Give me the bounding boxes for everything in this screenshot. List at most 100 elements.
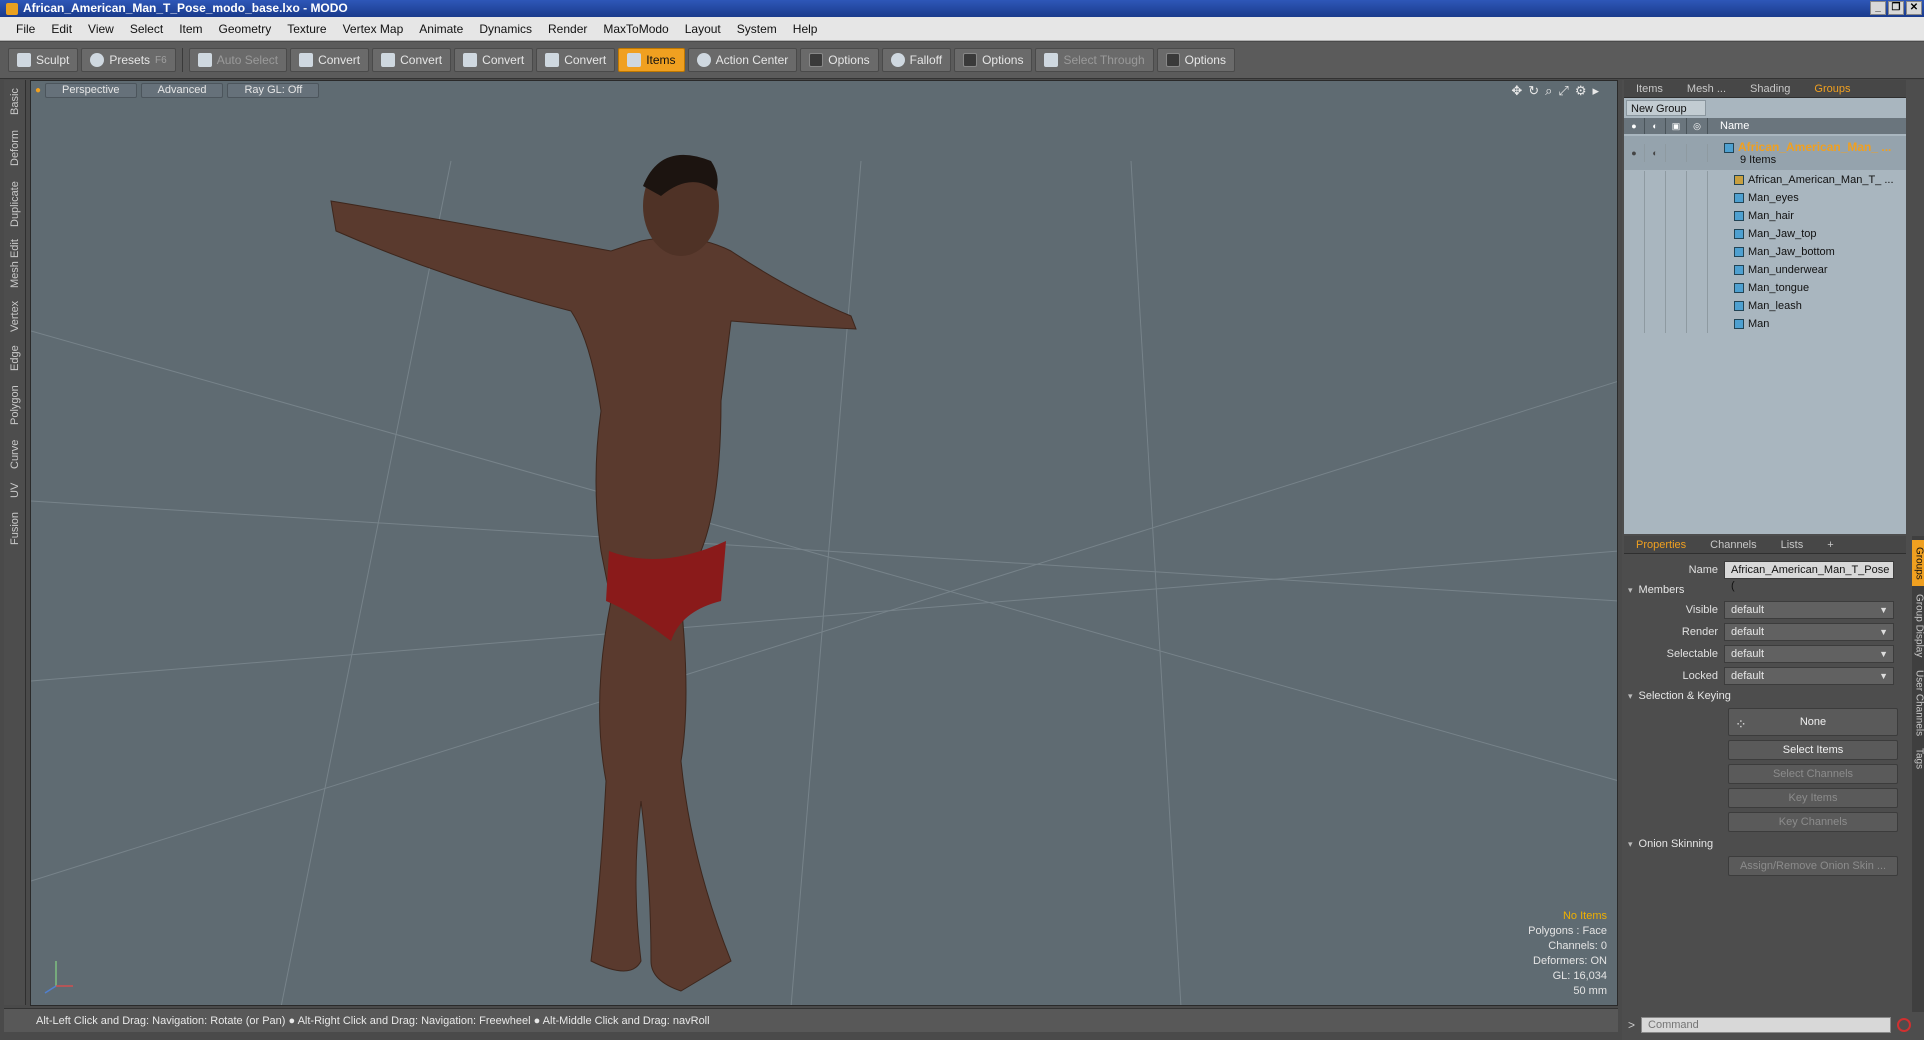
key-items-button[interactable]: Key Items xyxy=(1728,788,1898,808)
key-channels-button[interactable]: Key Channels xyxy=(1728,812,1898,832)
convert-polygons-button[interactable]: Convert xyxy=(454,48,534,72)
rotate-icon[interactable]: ↻ xyxy=(1528,83,1539,99)
menu-file[interactable]: File xyxy=(8,22,43,36)
lock-col-icon[interactable]: ▣ xyxy=(1666,118,1687,134)
tab-fusion[interactable]: Fusion xyxy=(4,506,26,550)
action-center-options-button[interactable]: Options xyxy=(800,48,879,72)
select-channels-button[interactable]: Select Channels xyxy=(1728,764,1898,784)
close-button[interactable]: ✕ xyxy=(1906,1,1922,15)
menu-help[interactable]: Help xyxy=(785,22,826,36)
visible-dropdown[interactable]: default ▼ xyxy=(1724,601,1894,619)
tab-items[interactable]: Items xyxy=(1624,80,1675,98)
tab-lists[interactable]: Lists xyxy=(1769,536,1816,554)
list-item[interactable]: Man_Jaw_bottom xyxy=(1624,243,1906,261)
menu-animate[interactable]: Animate xyxy=(411,22,471,36)
list-item[interactable]: Man_hair xyxy=(1624,207,1906,225)
sculpt-button[interactable]: Sculpt xyxy=(8,48,79,72)
select-items-button[interactable]: Select Items xyxy=(1728,740,1898,760)
tab-deform[interactable]: Deform xyxy=(4,124,26,172)
tab-shading[interactable]: Shading xyxy=(1738,80,1802,98)
menu-view[interactable]: View xyxy=(80,22,122,36)
pan-icon[interactable]: ✥ xyxy=(1511,83,1522,99)
list-item[interactable]: Man_underwear xyxy=(1624,261,1906,279)
select-icon[interactable] xyxy=(1687,144,1708,162)
convert-edges-button[interactable]: Convert xyxy=(372,48,452,72)
selectable-dropdown[interactable]: default ▼ xyxy=(1724,645,1894,663)
list-item[interactable]: African_American_Man_T_ ... xyxy=(1624,171,1906,189)
record-icon[interactable] xyxy=(1897,1018,1912,1032)
select-through-button[interactable]: Select Through xyxy=(1035,48,1154,72)
falloff-options-button[interactable]: Options xyxy=(954,48,1033,72)
menu-texture[interactable]: Texture xyxy=(279,22,334,36)
shading-mode-button[interactable]: Advanced xyxy=(140,82,224,98)
command-input[interactable] xyxy=(1641,1017,1892,1033)
list-item[interactable]: Man_leash xyxy=(1624,297,1906,315)
select-through-options-button[interactable]: Options xyxy=(1156,48,1235,72)
select-col-icon[interactable]: ◎ xyxy=(1687,118,1708,134)
eye-icon[interactable]: ● xyxy=(1624,144,1645,162)
lock-icon[interactable] xyxy=(1666,144,1687,162)
tab-duplicate[interactable]: Duplicate xyxy=(4,176,26,232)
tab-groups[interactable]: Groups xyxy=(1802,80,1862,98)
raygl-toggle[interactable]: Ray GL: Off xyxy=(227,82,320,98)
action-center-button[interactable]: Action Center xyxy=(687,48,798,72)
members-section[interactable]: Members xyxy=(1628,584,1685,596)
group-row[interactable]: ● ◐ African_American_Man_ ... 9 Items xyxy=(1624,136,1906,170)
side-tab-tags[interactable]: Tags xyxy=(1912,744,1924,774)
minimize-button[interactable]: _ xyxy=(1870,1,1886,15)
3d-viewport[interactable]: ● Perspective Advanced Ray GL: Off ✥ ↻ ⌕… xyxy=(30,80,1618,1006)
render-dropdown[interactable]: default ▼ xyxy=(1724,623,1894,641)
none-selector[interactable]: ⁘ None xyxy=(1728,708,1898,736)
items-mode-button[interactable]: Items xyxy=(618,48,685,72)
menu-layout[interactable]: Layout xyxy=(677,22,729,36)
menu-maxtomodo[interactable]: MaxToModo xyxy=(595,22,676,36)
list-item[interactable]: Man xyxy=(1624,315,1906,333)
onion-skinning-section[interactable]: Onion Skinning xyxy=(1628,838,1714,850)
presets-button[interactable]: Presets F6 xyxy=(81,48,176,72)
menu-item[interactable]: Item xyxy=(171,22,210,36)
maximize-button[interactable]: ❐ xyxy=(1888,1,1904,15)
menu-render[interactable]: Render xyxy=(540,22,595,36)
viewport-menu-icon[interactable]: ● xyxy=(35,85,41,96)
expand-arrow-icon[interactable]: ▸ xyxy=(1592,83,1599,99)
gear-icon[interactable]: ⚙ xyxy=(1575,83,1587,99)
list-item[interactable]: Man_Jaw_top xyxy=(1624,225,1906,243)
name-field[interactable]: African_American_Man_T_Pose ( xyxy=(1724,561,1894,592)
selection-keying-section[interactable]: Selection & Keying xyxy=(1628,690,1731,702)
locked-dropdown[interactable]: default ▼ xyxy=(1724,667,1894,685)
menu-dynamics[interactable]: Dynamics xyxy=(471,22,540,36)
auto-select-button[interactable]: Auto Select xyxy=(188,48,288,72)
character-model[interactable] xyxy=(330,154,857,992)
tab-polygon[interactable]: Polygon xyxy=(4,380,26,430)
visibility-col-icon[interactable]: ● xyxy=(1624,118,1645,134)
menu-vertex-map[interactable]: Vertex Map xyxy=(335,22,412,36)
side-tab-groups[interactable]: Groups xyxy=(1912,540,1924,586)
falloff-button[interactable]: Falloff xyxy=(881,48,952,72)
tab-curve[interactable]: Curve xyxy=(4,434,26,474)
menu-select[interactable]: Select xyxy=(122,22,171,36)
view-mode-button[interactable]: Perspective xyxy=(45,82,137,98)
render-icon[interactable]: ◐ xyxy=(1645,144,1666,162)
menu-system[interactable]: System xyxy=(729,22,785,36)
add-tab-button[interactable]: + xyxy=(1815,536,1845,554)
fit-icon[interactable]: ⤢ xyxy=(1558,83,1568,99)
tab-properties[interactable]: Properties xyxy=(1624,536,1698,554)
render-col-icon[interactable]: ◐ xyxy=(1645,118,1666,134)
tab-edge[interactable]: Edge xyxy=(4,340,26,376)
list-item[interactable]: Man_eyes xyxy=(1624,189,1906,207)
tab-mesh-edit[interactable]: Mesh Edit xyxy=(4,236,26,292)
convert-vertices-button[interactable]: Convert xyxy=(290,48,370,72)
tab-mesh[interactable]: Mesh ... xyxy=(1675,80,1738,98)
assign-onion-skin-button[interactable]: Assign/Remove Onion Skin ... xyxy=(1728,856,1898,876)
side-tab-group-display[interactable]: Group Display xyxy=(1912,590,1924,662)
tab-vertex[interactable]: Vertex xyxy=(4,296,26,336)
menu-geometry[interactable]: Geometry xyxy=(211,22,280,36)
side-tab-user-channels[interactable]: User Channels xyxy=(1912,666,1924,740)
tab-basic[interactable]: Basic xyxy=(4,84,26,120)
menu-edit[interactable]: Edit xyxy=(43,22,80,36)
convert-materials-button[interactable]: Convert xyxy=(536,48,616,72)
tab-channels[interactable]: Channels xyxy=(1698,536,1768,554)
tab-uv[interactable]: UV xyxy=(4,478,26,502)
new-group-button[interactable]: New Group xyxy=(1626,100,1706,116)
zoom-icon[interactable]: ⌕ xyxy=(1545,83,1552,99)
